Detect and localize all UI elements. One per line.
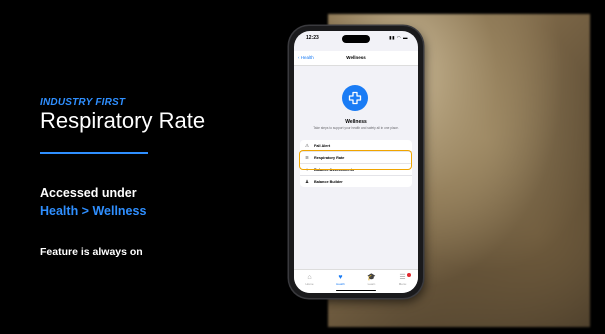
tab-label: Menu [398, 282, 407, 286]
slide-title: Respiratory Rate [40, 108, 206, 133]
home-icon: ⌂ [307, 274, 312, 281]
access-path: Health > Wellness [40, 204, 147, 218]
hero-title: Wellness [345, 119, 367, 125]
list-item-balance-builder[interactable]: ♟ Balance Builder [300, 176, 412, 187]
status-time: 12:23 [306, 35, 319, 41]
tab-menu[interactable]: ☰ Menu [391, 273, 415, 286]
tab-learn[interactable]: 🎓 Learn [360, 274, 384, 286]
home-indicator [336, 289, 376, 291]
tab-label: Learn [367, 282, 376, 286]
menu-icon: ☰ [399, 274, 406, 281]
tab-health[interactable]: ♥ Health [329, 274, 353, 286]
status-icons: ▮▮ ◠ ▬ [389, 35, 408, 40]
tab-label: Home [305, 282, 314, 286]
learn-icon: 🎓 [367, 274, 376, 281]
balance-builder-icon: ♟ [304, 178, 310, 184]
notification-dot [406, 273, 411, 277]
kicker-text: INDUSTRY FIRST [40, 97, 126, 108]
respiratory-rate-highlight [299, 150, 412, 170]
tab-label: Health [336, 282, 345, 286]
tab-home[interactable]: ⌂ Home [298, 274, 322, 286]
list-item-label: Balance Builder [314, 179, 343, 184]
list-item-label: Fall Alert [314, 143, 331, 148]
title-underline [40, 152, 148, 154]
dynamic-island [342, 35, 370, 43]
cross-icon [342, 85, 368, 111]
nav-bar: ‹ Health Wellness [294, 51, 418, 66]
always-on-note: Feature is always on [40, 246, 143, 258]
accessed-label: Accessed under [40, 186, 137, 200]
presentation-slide: INDUSTRY FIRST Respiratory Rate Accessed… [0, 0, 605, 334]
hero-subtitle: Take steps to support your health and sa… [313, 126, 399, 130]
health-icon: ♥ [338, 274, 343, 281]
nav-title: Wellness [346, 55, 366, 60]
fall-icon: ⚠ [304, 142, 310, 148]
